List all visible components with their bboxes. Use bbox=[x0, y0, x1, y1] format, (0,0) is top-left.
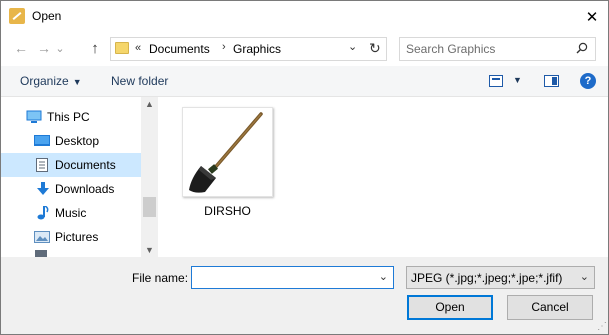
navigation-bar: ← → ⌄ ↑ « Documents › Graphics ⌄ ↻ bbox=[1, 32, 608, 66]
organize-label: Organize bbox=[20, 74, 69, 88]
search-box bbox=[399, 37, 596, 61]
breadcrumb-overflow[interactable]: « bbox=[135, 42, 141, 54]
address-dropdown-button[interactable]: ⌄ bbox=[348, 40, 357, 53]
bottom-panel: File name: ⌄ JPEG (*.jpg;*.jpeg;*.jpe;*.… bbox=[1, 257, 608, 334]
file-thumbnail bbox=[182, 107, 273, 197]
resize-grip-icon[interactable]: ⋰ bbox=[597, 321, 607, 332]
file-type-select[interactable]: JPEG (*.jpg;*.jpeg;*.jpe;*.jfif) ⌄ bbox=[406, 266, 595, 289]
scroll-down-icon[interactable]: ▼ bbox=[145, 245, 154, 255]
search-input[interactable] bbox=[400, 38, 570, 60]
file-name-input[interactable] bbox=[192, 267, 372, 288]
desktop-icon bbox=[34, 135, 50, 146]
chevron-down-icon: ⌄ bbox=[579, 271, 589, 283]
sidebar-item-pictures[interactable]: Pictures bbox=[1, 225, 141, 249]
command-bar: Organize ▼ New folder ▼ ? bbox=[1, 66, 608, 97]
open-dialog: Open ✕ ← → ⌄ ↑ « Documents › Graphics ⌄ … bbox=[0, 0, 609, 335]
pictures-icon bbox=[34, 231, 50, 243]
file-name: DIRSHO bbox=[204, 204, 251, 218]
sidebar-item-label: Downloads bbox=[55, 182, 115, 196]
file-name-combobox: ⌄ bbox=[191, 266, 394, 289]
title-bar: Open ✕ bbox=[1, 1, 608, 32]
file-item[interactable]: DIRSHO bbox=[182, 107, 273, 218]
scroll-up-icon[interactable]: ▲ bbox=[145, 99, 154, 109]
music-note-icon bbox=[37, 206, 49, 220]
sidebar-scrollbar[interactable]: ▲ ▼ bbox=[141, 97, 158, 257]
sidebar-item-label: Pictures bbox=[55, 230, 99, 244]
address-bar[interactable]: « Documents › Graphics ⌄ ↻ bbox=[110, 37, 387, 61]
sidebar-item-label: Desktop bbox=[55, 134, 100, 148]
chevron-down-icon[interactable]: ⌄ bbox=[379, 270, 388, 283]
download-arrow-icon bbox=[37, 182, 49, 195]
navigation-pane: This PC Desktop Documents Downloads Musi… bbox=[1, 97, 158, 257]
preview-pane-icon[interactable] bbox=[544, 75, 559, 87]
sidebar-item-music[interactable]: Music bbox=[1, 201, 141, 225]
sidebar-item-label: Music bbox=[55, 206, 87, 220]
sidebar-item-label: This PC bbox=[47, 110, 90, 124]
documents-icon bbox=[36, 158, 48, 172]
sidebar-item-desktop[interactable]: Desktop bbox=[1, 129, 141, 153]
video-icon bbox=[35, 250, 47, 257]
sidebar-item-label: Documents bbox=[55, 158, 116, 172]
file-list: DIRSHO bbox=[158, 97, 608, 257]
sidebar-item-partial bbox=[1, 249, 141, 257]
up-arrow-icon: ↑ bbox=[91, 39, 99, 57]
cancel-button[interactable]: Cancel bbox=[507, 295, 593, 320]
view-options-icon[interactable] bbox=[489, 75, 503, 87]
organize-button[interactable]: Organize ▼ bbox=[20, 74, 82, 88]
file-type-value: JPEG (*.jpg;*.jpeg;*.jpe;*.jfif) bbox=[411, 271, 563, 285]
new-folder-button[interactable]: New folder bbox=[111, 74, 168, 88]
sidebar-item-documents[interactable]: Documents bbox=[1, 153, 141, 177]
close-button[interactable]: ✕ bbox=[576, 1, 608, 32]
up-button[interactable]: ↑ bbox=[85, 38, 105, 58]
recent-locations-button[interactable]: ⌄ bbox=[53, 38, 67, 58]
file-name-label: File name: bbox=[132, 271, 189, 285]
refresh-icon[interactable]: ↻ bbox=[369, 40, 381, 57]
breadcrumb-documents[interactable]: Documents bbox=[149, 42, 210, 56]
folder-icon bbox=[115, 42, 129, 54]
chevron-down-icon: ⌄ bbox=[55, 42, 65, 55]
shovel-image bbox=[189, 112, 263, 193]
sidebar-item-this-pc[interactable]: This PC bbox=[1, 105, 141, 129]
open-button[interactable]: Open bbox=[407, 295, 493, 320]
search-icon[interactable] bbox=[576, 42, 588, 54]
help-icon[interactable]: ? bbox=[580, 73, 596, 89]
caret-down-icon: ▼ bbox=[72, 77, 82, 87]
app-icon bbox=[9, 8, 25, 24]
breadcrumb-graphics[interactable]: Graphics bbox=[233, 42, 281, 56]
breadcrumb-separator[interactable]: › bbox=[222, 41, 226, 53]
window-title: Open bbox=[32, 9, 62, 23]
close-icon: ✕ bbox=[585, 8, 599, 26]
scrollbar-thumb[interactable] bbox=[143, 197, 156, 217]
forward-arrow-icon: → bbox=[37, 40, 51, 56]
forward-button[interactable]: → bbox=[34, 38, 54, 58]
back-button[interactable]: ← bbox=[11, 38, 31, 58]
computer-icon bbox=[26, 110, 42, 123]
sidebar-item-downloads[interactable]: Downloads bbox=[1, 177, 141, 201]
back-arrow-icon: ← bbox=[14, 40, 28, 56]
view-options-caret-icon[interactable]: ▼ bbox=[513, 75, 522, 85]
